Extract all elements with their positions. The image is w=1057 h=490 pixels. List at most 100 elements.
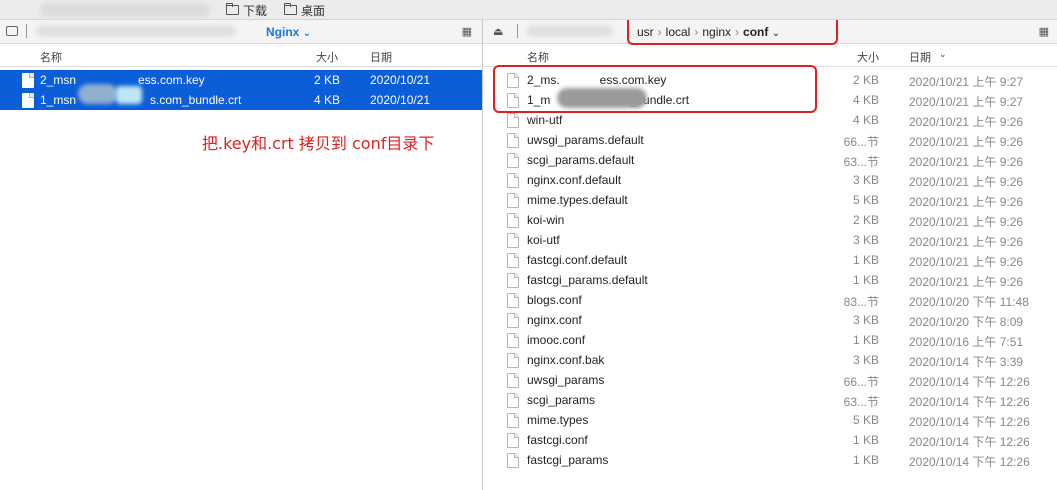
breadcrumb-current[interactable]: Nginx ⌄	[266, 25, 311, 39]
file-date: 2020/10/21 上午 9:26	[909, 115, 1024, 129]
table-row[interactable]: fastcgi.conf.default 1 KB 2020/10/21 上午 9:…	[483, 250, 1057, 270]
left-pane: Nginx ⌄ ▦ 名称 大小 日期 2_msn ess.com.key 2 K…	[0, 20, 482, 490]
highlight-box-files	[493, 65, 817, 113]
table-row[interactable]: win-utf 4 KB 2020/10/21 上午 9:26	[483, 110, 1057, 130]
file-icon	[507, 133, 519, 148]
table-row[interactable]: fastcgi_params 1 KB 2020/10/14 下午 12:26	[483, 450, 1057, 470]
table-row[interactable]: fastcgi_params.default 1 KB 2020/10/21 上午 …	[483, 270, 1057, 290]
path-separator	[26, 24, 27, 38]
column-size[interactable]: 大小	[857, 49, 879, 65]
table-row[interactable]: uwsgi_params 66...节 2020/10/14 下午 12:26	[483, 370, 1057, 390]
file-size: 4 KB	[852, 113, 879, 127]
file-icon	[507, 373, 519, 388]
file-date: 2020/10/21 上午 9:26	[909, 155, 1024, 169]
file-size: 1 KB	[852, 433, 879, 447]
grid-view-icon[interactable]: ▦	[462, 25, 472, 38]
file-date: 2020/10/14 下午 12:26	[909, 455, 1030, 469]
right-pane: ⏏ usr › local › nginx › conf ⌄ ▦ 名称 大小 日期 ⌄ 2_…	[483, 20, 1057, 490]
file-date: 2020/10/14 下午 3:39	[909, 355, 1024, 369]
file-icon	[22, 93, 34, 108]
path-separator	[517, 24, 518, 38]
file-name-start: 1_msn	[40, 93, 77, 107]
file-icon	[507, 293, 519, 308]
table-row[interactable]: nginx.conf.default 3 KB 2020/10/21 上午 9:26	[483, 170, 1057, 190]
file-date: 2020/10/21 上午 9:26	[909, 235, 1024, 249]
file-size: 83...节	[843, 295, 879, 309]
right-column-header: 名称 大小 日期 ⌄	[483, 45, 1057, 67]
highlight-box-path	[627, 20, 838, 45]
file-size: 63...节	[843, 395, 879, 409]
file-name-end: s.com_bundle.crt	[150, 93, 242, 107]
left-column-header: 名称 大小 日期	[0, 45, 482, 67]
file-name: uwsgi_params	[527, 373, 605, 387]
table-row[interactable]: uwsgi_params.default 66...节 2020/10/21 上午 …	[483, 130, 1057, 150]
column-size[interactable]: 大小	[316, 49, 338, 65]
table-row[interactable]: mime.types.default 5 KB 2020/10/21 上午 9:26	[483, 190, 1057, 210]
file-icon	[507, 333, 519, 348]
file-date: 2020/10/21 上午 9:26	[909, 175, 1024, 189]
file-size: 2 KB	[852, 213, 879, 227]
file-icon	[507, 253, 519, 268]
annotation-text: 把.key和.crt 拷贝到 conf目录下	[202, 134, 435, 153]
column-name[interactable]: 名称	[527, 49, 549, 65]
favorite-desktop-label: 桌面	[301, 3, 326, 18]
table-row[interactable]: koi-utf 3 KB 2020/10/21 上午 9:26	[483, 230, 1057, 250]
file-date: 2020/10/14 下午 12:26	[909, 415, 1030, 429]
favorite-downloads-label: 下载	[243, 3, 268, 18]
file-size: 5 KB	[852, 413, 879, 427]
file-name: nginx.conf	[527, 313, 582, 327]
chevron-down-icon: ⌄	[939, 49, 947, 59]
file-size: 63...节	[843, 155, 879, 169]
eject-icon[interactable]: ⏏	[493, 25, 503, 38]
file-icon	[507, 413, 519, 428]
file-size: 1 KB	[852, 273, 879, 287]
file-date: 2020/10/21 上午 9:26	[909, 195, 1024, 209]
file-size: 2 KB	[852, 73, 879, 87]
file-name: imooc.conf	[527, 333, 586, 347]
column-date[interactable]: 日期	[370, 49, 392, 65]
file-size: 4 KB	[314, 93, 341, 107]
file-size: 5 KB	[852, 193, 879, 207]
file-size: 3 KB	[852, 233, 879, 247]
table-row[interactable]: scgi_params.default 63...节 2020/10/21 上午 9…	[483, 150, 1057, 170]
table-row[interactable]: 2_msn ess.com.key 2 KB 2020/10/21	[0, 70, 482, 90]
file-icon	[507, 233, 519, 248]
favorites-bar: 下载 桌面	[0, 0, 1057, 20]
redacted-path	[527, 25, 613, 37]
table-row[interactable]: koi-win 2 KB 2020/10/21 上午 9:26	[483, 210, 1057, 230]
file-name: fastcgi_params.default	[527, 273, 648, 287]
file-date: 2020/10/14 下午 12:26	[909, 395, 1030, 409]
table-row[interactable]: imooc.conf 1 KB 2020/10/16 上午 7:51	[483, 330, 1057, 350]
table-row[interactable]: blogs.conf 83...节 2020/10/20 下午 11:48	[483, 290, 1057, 310]
folder-icon	[284, 3, 297, 15]
favorite-desktop[interactable]: 桌面	[284, 3, 326, 18]
file-date: 2020/10/20 下午 11:48	[909, 295, 1029, 309]
drive-icon[interactable]	[6, 26, 18, 36]
file-name: fastcgi_params	[527, 453, 609, 467]
file-icon	[507, 273, 519, 288]
table-row[interactable]: scgi_params 63...节 2020/10/14 下午 12:26	[483, 390, 1057, 410]
file-name: mime.types	[527, 413, 589, 427]
table-row[interactable]: nginx.conf.bak 3 KB 2020/10/14 下午 3:39	[483, 350, 1057, 370]
favorite-downloads[interactable]: 下载	[226, 3, 268, 18]
redacted-favorites	[40, 3, 210, 17]
left-path-bar: Nginx ⌄ ▦	[0, 20, 482, 44]
file-icon	[507, 453, 519, 468]
table-row[interactable]: 1_msn s.com_bundle.crt 4 KB 2020/10/21	[0, 90, 482, 110]
file-icon	[507, 173, 519, 188]
chevron-down-icon: ⌄	[302, 28, 312, 39]
redaction-blob	[557, 88, 647, 108]
file-icon	[507, 193, 519, 208]
column-date[interactable]: 日期	[909, 49, 931, 65]
file-size: 3 KB	[852, 353, 879, 367]
file-name: mime.types.default	[527, 193, 628, 207]
table-row[interactable]: mime.types 5 KB 2020/10/14 下午 12:26	[483, 410, 1057, 430]
grid-view-icon[interactable]: ▦	[1039, 25, 1049, 38]
column-name[interactable]: 名称	[40, 49, 62, 65]
file-size: 1 KB	[852, 333, 879, 347]
redacted-path	[36, 25, 236, 37]
file-size: 3 KB	[852, 313, 879, 327]
table-row[interactable]: nginx.conf 3 KB 2020/10/20 下午 8:09	[483, 310, 1057, 330]
table-row[interactable]: fastcgi.conf 1 KB 2020/10/14 下午 12:26	[483, 430, 1057, 450]
file-name: koi-utf	[527, 233, 560, 247]
